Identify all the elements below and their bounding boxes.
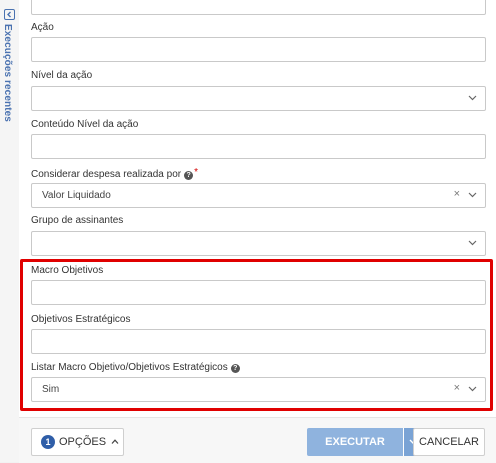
despesa-select[interactable]: Valor Liquidado × (31, 183, 486, 208)
execute-button[interactable]: EXECUTAR (307, 428, 403, 456)
top-field-input[interactable] (31, 0, 486, 15)
acao-input[interactable] (31, 37, 486, 62)
options-label: OPÇÕES (59, 436, 107, 448)
required-mark: * (194, 167, 198, 178)
objetivos-estrategicos-label: Objetivos Estratégicos (31, 314, 131, 325)
help-icon[interactable]: ? (184, 171, 194, 180)
recent-executions-label: Execuções recentes (2, 24, 13, 122)
listar-label: Listar Macro Objetivo/Objetivos Estratég… (31, 362, 240, 373)
chevron-down-icon (468, 95, 477, 101)
listar-label-text: Listar Macro Objetivo/Objetivos Estratég… (31, 362, 228, 373)
conteudo-nivel-input[interactable] (31, 134, 486, 159)
recent-executions-sidebar[interactable]: Execuções recentes (0, 0, 20, 462)
macro-objetivos-label: Macro Objetivos (31, 265, 104, 276)
macro-objetivos-input[interactable] (31, 280, 486, 305)
despesa-label-text: Considerar despesa realizada por (31, 169, 182, 180)
sidebar-panel-icon (4, 9, 15, 20)
options-button[interactable]: 1 OPÇÕES (31, 428, 124, 456)
conteudo-nivel-label: Conteúdo Nível da ação (31, 119, 139, 130)
form-footer: 1 OPÇÕES EXECUTAR CANCELAR (19, 417, 496, 463)
listar-select[interactable]: Sim × (31, 377, 486, 402)
nivel-acao-select[interactable] (31, 86, 486, 111)
clear-icon[interactable]: × (454, 188, 460, 200)
chevron-down-icon (468, 240, 477, 246)
options-count-badge: 1 (41, 435, 55, 449)
report-parameters-form: Ação Nível da ação Conteúdo Nível da açã… (19, 0, 496, 463)
cancel-button[interactable]: CANCELAR (413, 428, 485, 456)
assinantes-select[interactable] (31, 231, 486, 256)
nivel-acao-label: Nível da ação (31, 70, 93, 81)
assinantes-label: Grupo de assinantes (31, 215, 124, 226)
chevron-up-icon (111, 439, 119, 444)
objetivos-estrategicos-input[interactable] (31, 329, 486, 354)
chevron-down-icon (468, 386, 477, 392)
despesa-label: Considerar despesa realizada por? * (31, 167, 198, 180)
clear-icon[interactable]: × (454, 382, 460, 394)
acao-label: Ação (31, 22, 54, 33)
despesa-value: Valor Liquidado (42, 190, 111, 201)
chevron-down-icon (468, 192, 477, 198)
listar-value: Sim (42, 384, 60, 395)
help-icon[interactable]: ? (230, 364, 240, 373)
